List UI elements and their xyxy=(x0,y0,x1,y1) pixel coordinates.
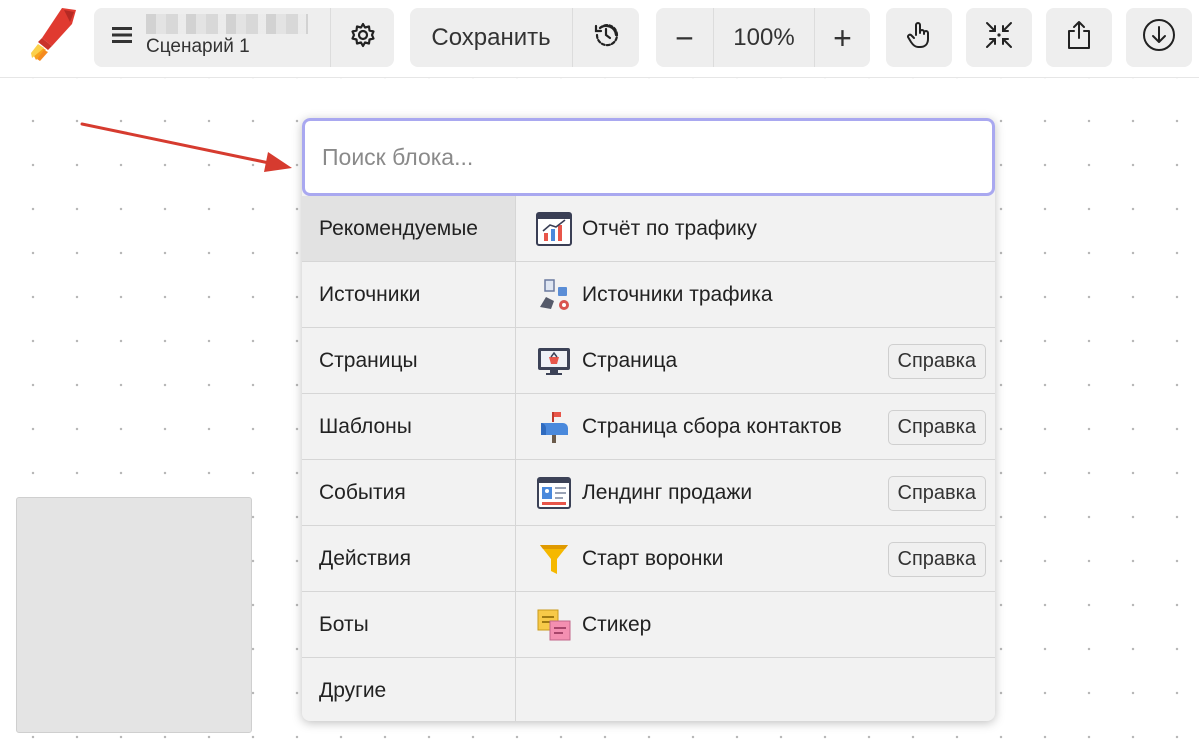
category-events[interactable]: События xyxy=(302,460,515,526)
block-list: Отчёт по трафику Источники трафика Стран… xyxy=(516,196,995,721)
block-item-page[interactable]: Страница Справка xyxy=(516,328,995,394)
block-item-sticker[interactable]: Стикер xyxy=(516,592,995,658)
scenario-group: Сценарий 1 xyxy=(94,8,394,67)
hand-tool-button[interactable] xyxy=(886,8,952,67)
block-picker: Рекомендуемые Источники Страницы Шаблоны… xyxy=(302,118,995,721)
block-item-sales-landing[interactable]: Лендинг продажи Справка xyxy=(516,460,995,526)
block-item-contact-page[interactable]: Страница сбора контактов Справка xyxy=(516,394,995,460)
block-list-empty-row xyxy=(516,658,995,721)
block-search-input[interactable] xyxy=(305,121,992,193)
fit-view-button[interactable] xyxy=(966,8,1032,67)
blurred-project-name xyxy=(146,13,308,34)
gear-icon xyxy=(350,22,376,53)
monitor-page-icon xyxy=(536,343,572,379)
download-button[interactable] xyxy=(1126,8,1192,67)
share-button[interactable] xyxy=(1046,8,1112,67)
mailbox-icon xyxy=(536,409,572,445)
scenario-name: Сценарий 1 xyxy=(146,35,250,57)
search-field xyxy=(302,118,995,196)
category-pages[interactable]: Страницы xyxy=(302,328,515,394)
category-actions[interactable]: Действия xyxy=(302,526,515,592)
history-button[interactable] xyxy=(572,8,639,67)
hamburger-menu-icon xyxy=(112,27,132,48)
block-item-label: Страница сбора контактов xyxy=(582,414,842,438)
chart-report-icon xyxy=(536,211,572,247)
block-item-label: Старт воронки xyxy=(582,546,724,570)
zoom-out-button[interactable]: − xyxy=(656,8,713,67)
category-other[interactable]: Другие xyxy=(302,658,515,721)
block-item-traffic-sources[interactable]: Источники трафика xyxy=(516,262,995,328)
zoom-group: − 100% + xyxy=(656,8,870,67)
settings-button[interactable] xyxy=(330,8,394,67)
zoom-level[interactable]: 100% xyxy=(713,8,814,67)
minimap[interactable] xyxy=(16,497,252,733)
block-item-label: Страница xyxy=(582,348,678,372)
category-bots[interactable]: Боты xyxy=(302,592,515,658)
top-toolbar: Сценарий 1 Сохранить − 100% + xyxy=(0,0,1199,78)
rocket-icon[interactable] xyxy=(28,6,82,62)
save-label: Сохранить xyxy=(431,23,551,51)
funnel-icon xyxy=(536,541,572,577)
help-button[interactable]: Справка xyxy=(887,542,986,577)
category-templates[interactable]: Шаблоны xyxy=(302,394,515,460)
scenario-title: Сценарий 1 xyxy=(146,13,308,58)
category-list: Рекомендуемые Источники Страницы Шаблоны… xyxy=(302,196,516,721)
save-group: Сохранить xyxy=(410,8,639,67)
save-button[interactable]: Сохранить xyxy=(410,8,572,67)
block-item-label: Лендинг продажи xyxy=(582,480,753,504)
landing-page-icon xyxy=(536,475,572,511)
block-item-funnel-start[interactable]: Старт воронки Справка xyxy=(516,526,995,592)
block-item-label: Отчёт по трафику xyxy=(582,216,757,240)
zoom-level-text: 100% xyxy=(733,23,795,51)
help-button[interactable]: Справка xyxy=(887,476,986,511)
scenario-menu-button[interactable]: Сценарий 1 xyxy=(94,8,330,67)
block-item-label: Источники трафика xyxy=(582,282,773,306)
traffic-sources-icon xyxy=(536,277,572,313)
category-sources[interactable]: Источники xyxy=(302,262,515,328)
annotation-arrow xyxy=(80,122,292,172)
collapse-arrows-icon xyxy=(984,20,1014,55)
share-upload-icon xyxy=(1066,20,1092,55)
help-button[interactable]: Справка xyxy=(887,410,986,445)
plus-icon: + xyxy=(833,19,852,56)
help-button[interactable]: Справка xyxy=(887,344,986,379)
category-recommended[interactable]: Рекомендуемые xyxy=(302,196,515,262)
hand-pointer-icon xyxy=(906,21,932,54)
block-item-label: Стикер xyxy=(582,612,652,636)
minus-icon: − xyxy=(675,19,694,56)
zoom-in-button[interactable]: + xyxy=(814,8,870,67)
history-icon xyxy=(591,20,621,55)
block-item-traffic-report[interactable]: Отчёт по трафику xyxy=(516,196,995,262)
download-circle-icon xyxy=(1142,18,1176,57)
sticky-notes-icon xyxy=(536,607,572,643)
